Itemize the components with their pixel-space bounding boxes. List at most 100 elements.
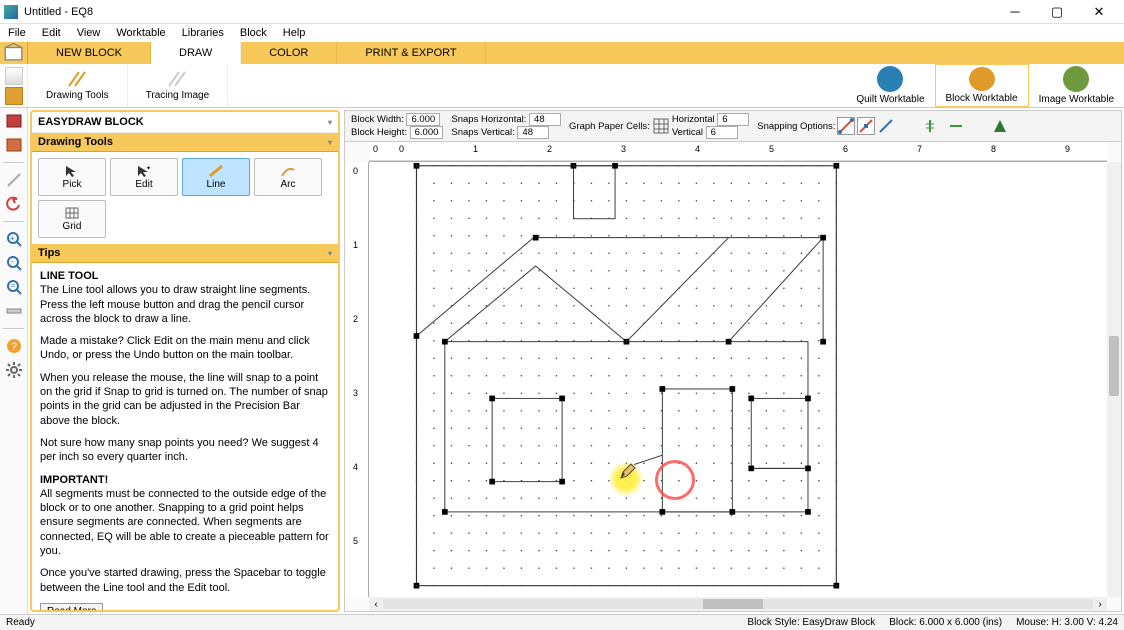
menu-edit[interactable]: Edit — [38, 27, 65, 39]
scroll-left-icon[interactable]: ‹ — [369, 597, 383, 611]
ribbon-drawing-tools[interactable]: Drawing Tools — [28, 64, 128, 107]
panel-collapse-icon[interactable]: ▾ — [328, 118, 332, 127]
chevron-down-icon: ▾ — [328, 249, 332, 258]
ribbon-quilt-worktable[interactable]: Quilt Worktable — [846, 64, 934, 107]
status-style: Block Style: EasyDraw Block — [747, 617, 875, 628]
precision-bar: Block Width: 6.000 Block Height: 6.000 S… — [345, 111, 1121, 142]
grid-icon — [64, 206, 80, 220]
svg-text:?: ? — [11, 341, 17, 353]
zoom-in-icon[interactable]: + — [5, 230, 23, 248]
status-bar: Ready Block Style: EasyDraw Block Block:… — [0, 614, 1124, 630]
pencil-icon — [208, 164, 224, 178]
drawing-canvas[interactable] — [369, 162, 1107, 597]
zoom-fit-icon[interactable]: = — [5, 278, 23, 296]
image-worktable-icon — [1063, 66, 1089, 92]
status-mouse: Mouse: H: 3.00 V: 4.24 — [1016, 617, 1118, 628]
block-worktable-icon — [969, 67, 995, 91]
library-icon[interactable] — [5, 112, 23, 130]
undo-icon[interactable] — [5, 195, 23, 213]
read-more-button[interactable]: Read More — [40, 603, 103, 610]
tracing-icon — [165, 70, 189, 88]
menu-worktable[interactable]: Worktable — [112, 27, 169, 39]
tool-arc[interactable]: Arc — [254, 158, 322, 196]
tips-body: LINE TOOLThe Line tool allows you to dra… — [32, 263, 338, 610]
pencils-icon — [65, 70, 89, 88]
open-icon[interactable] — [5, 87, 23, 105]
menu-file[interactable]: File — [4, 27, 30, 39]
graph-paper-icon[interactable] — [652, 117, 670, 135]
gp-h-input[interactable]: 6 — [717, 113, 749, 126]
tabs-row: NEW BLOCK DRAW COLOR PRINT & EXPORT — [0, 42, 1124, 64]
pencil-arc-icon — [280, 164, 296, 178]
menu-libraries[interactable]: Libraries — [178, 27, 228, 39]
target-ring — [655, 460, 695, 500]
snaps-h-input[interactable]: 48 — [529, 113, 561, 126]
sketchbook-icon[interactable] — [5, 136, 23, 154]
status-size: Block: 6.000 x 6.000 (ins) — [889, 617, 1002, 628]
svg-text:=: = — [11, 283, 15, 290]
draw-area: 0 0 1 2 3 4 5 6 7 8 9 0 1 2 3 4 5 6 — [345, 142, 1121, 611]
home-icon[interactable] — [0, 42, 28, 64]
center-v-icon[interactable] — [947, 117, 965, 135]
svg-text:-: - — [11, 257, 14, 266]
snaps-v-input[interactable]: 48 — [517, 126, 549, 139]
menu-block[interactable]: Block — [236, 27, 271, 39]
v-ruler: 0 1 2 3 4 5 6 — [345, 162, 369, 597]
scroll-right-icon[interactable]: › — [1093, 597, 1107, 611]
svg-text:✦: ✦ — [146, 165, 151, 172]
tool-edit[interactable]: ✦ Edit — [110, 158, 178, 196]
left-tool-strip: + - = ? — [0, 108, 28, 614]
h-scrollbar[interactable]: ‹ › — [369, 597, 1107, 611]
tab-color[interactable]: COLOR — [241, 42, 337, 64]
tab-new-block[interactable]: NEW BLOCK — [28, 42, 151, 64]
menu-bar: File Edit View Worktable Libraries Block… — [0, 24, 1124, 42]
tab-print-export[interactable]: PRINT & EXPORT — [337, 42, 485, 64]
ribbon-block-worktable[interactable]: Block Worktable — [935, 64, 1029, 107]
tips-heading[interactable]: Tips ▾ — [32, 244, 338, 263]
minimize-button[interactable]: ─ — [994, 0, 1036, 24]
snap-node-icon[interactable] — [857, 117, 875, 135]
block-width-input[interactable]: 6.000 — [406, 113, 440, 126]
snap-line-icon[interactable] — [877, 117, 895, 135]
status-ready: Ready — [6, 617, 35, 628]
ribbon-image-worktable[interactable]: Image Worktable — [1029, 64, 1124, 107]
app-icon — [4, 5, 18, 19]
tree-icon[interactable] — [991, 117, 1009, 135]
settings-icon[interactable] — [5, 361, 23, 379]
maximize-button[interactable]: ▢ — [1036, 0, 1078, 24]
new-icon[interactable] — [5, 67, 23, 85]
window-title: Untitled - EQ8 — [24, 6, 994, 18]
pencil-tool-icon[interactable] — [5, 171, 23, 189]
ribbon: Drawing Tools Tracing Image Quilt Workta… — [0, 64, 1124, 108]
measure-icon[interactable] — [5, 302, 23, 320]
quilt-worktable-icon — [877, 66, 903, 92]
ribbon-tracing-image[interactable]: Tracing Image — [128, 64, 229, 107]
menu-help[interactable]: Help — [279, 27, 310, 39]
tab-draw[interactable]: DRAW — [151, 42, 241, 64]
help-icon[interactable]: ? — [5, 337, 23, 355]
center-h-icon[interactable] — [921, 117, 939, 135]
h-ruler: 0 0 1 2 3 4 5 6 7 8 9 — [369, 142, 1107, 162]
drawing-tools-heading[interactable]: Drawing Tools ▾ — [32, 133, 338, 152]
arrow-icon — [64, 164, 80, 178]
panel-title: EASYDRAW BLOCK ▾ — [32, 112, 338, 133]
canvas-area: Block Width: 6.000 Block Height: 6.000 S… — [344, 110, 1122, 612]
close-button[interactable]: ✕ — [1078, 0, 1120, 24]
ribbon-left-icons — [0, 64, 28, 107]
arrow-star-icon: ✦ — [136, 164, 152, 178]
svg-text:+: + — [10, 234, 15, 243]
pencil-cursor-icon — [619, 462, 637, 480]
tools-grid: Pick ✦ Edit Line Arc Grid — [32, 152, 338, 244]
zoom-out-icon[interactable]: - — [5, 254, 23, 272]
titlebar: Untitled - EQ8 ─ ▢ ✕ — [0, 0, 1124, 24]
tool-grid[interactable]: Grid — [38, 200, 106, 238]
v-scrollbar[interactable] — [1107, 162, 1121, 597]
menu-view[interactable]: View — [73, 27, 105, 39]
gp-v-input[interactable]: 6 — [706, 126, 738, 139]
left-panel: EASYDRAW BLOCK ▾ Drawing Tools ▾ Pick ✦ … — [30, 110, 340, 612]
chevron-down-icon: ▾ — [328, 138, 332, 147]
tool-line[interactable]: Line — [182, 158, 250, 196]
tool-pick[interactable]: Pick — [38, 158, 106, 196]
snap-grid-icon[interactable] — [837, 117, 855, 135]
block-height-input[interactable]: 6.000 — [410, 126, 444, 139]
